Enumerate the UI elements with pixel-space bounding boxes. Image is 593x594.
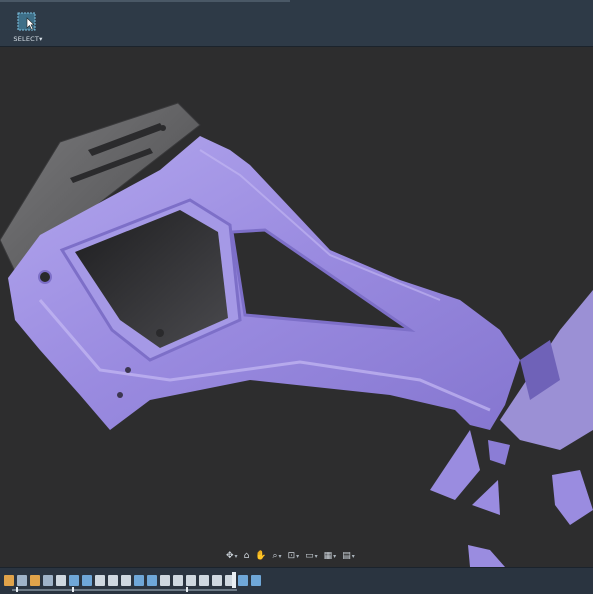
pan-button[interactable]: ✋ xyxy=(253,549,268,563)
timeline-feature-icon[interactable] xyxy=(82,574,92,586)
timeline-feature-icon[interactable] xyxy=(251,574,261,586)
bracket-hole xyxy=(38,270,52,284)
select-window-icon xyxy=(17,12,36,31)
display-settings-button[interactable]: ▭ ▾ xyxy=(303,549,320,563)
timeline-track[interactable] xyxy=(12,589,237,591)
timeline-feature-icon[interactable] xyxy=(69,574,79,586)
grid-and-snaps-button[interactable]: ▦ ▾ xyxy=(322,549,339,563)
display-settings-icon: ▭ xyxy=(305,551,314,561)
chevron-down-icon: ▾ xyxy=(314,552,318,560)
3d-viewport[interactable] xyxy=(0,47,593,567)
chevron-down-icon: ▾ xyxy=(351,552,355,560)
pan-icon: ✋ xyxy=(255,551,267,561)
timeline-feature-icon[interactable] xyxy=(43,574,53,586)
scan-fragment xyxy=(488,440,510,465)
grid-and-snaps-icon: ▦ xyxy=(323,551,333,561)
timeline-feature-icon[interactable] xyxy=(56,574,66,586)
select-tool-button[interactable]: SELECT▾ xyxy=(8,10,48,44)
scan-fragment xyxy=(468,545,505,567)
timeline-feature-icon[interactable] xyxy=(95,574,105,586)
timeline-feature-icon[interactable] xyxy=(121,574,131,586)
chevron-down-icon: ▾ xyxy=(296,552,300,560)
zoom-button[interactable]: ⌕ ▾ xyxy=(271,549,284,563)
timeline-feature-icon[interactable] xyxy=(108,574,118,586)
timeline-features xyxy=(4,573,261,587)
toolbar-tab-strip xyxy=(0,0,290,2)
timeline-feature-icon[interactable] xyxy=(147,574,157,586)
timeline-feature-icon[interactable] xyxy=(173,574,183,586)
timeline-feature-icon[interactable] xyxy=(186,574,196,586)
timeline-feature-icon[interactable] xyxy=(199,574,209,586)
timeline-feature-icon[interactable] xyxy=(17,574,27,586)
scan-fragment xyxy=(552,470,593,525)
timeline-feature-icon[interactable] xyxy=(134,574,144,586)
zoom-icon: ⌕ xyxy=(272,551,278,561)
timeline-feature-icon[interactable] xyxy=(30,574,40,586)
navigation-bar: ✥ ▾ ⌂ ✋ ⌕ ▾ ⊡ ▾ ▭ ▾ ▦ ▾ ▤ ▾ xyxy=(224,548,356,564)
timeline-feature-icon[interactable] xyxy=(160,574,170,586)
chevron-down-icon: ▾ xyxy=(278,552,282,560)
timeline-feature-icon[interactable] xyxy=(212,574,222,586)
top-toolbar: SELECT▾ xyxy=(0,0,593,47)
fit-icon: ⊡ xyxy=(287,551,296,561)
bracket-scan-model[interactable] xyxy=(0,47,593,567)
bracket-hole xyxy=(117,392,123,398)
bracket-hole xyxy=(125,367,131,373)
select-tool-label: SELECT▾ xyxy=(8,35,48,43)
viewports-icon: ▤ xyxy=(342,551,351,561)
select-dropdown-caret[interactable]: ▾ xyxy=(39,35,42,43)
select-label-text: SELECT xyxy=(13,35,40,43)
timeline-marker[interactable] xyxy=(16,587,18,592)
look-at-icon: ⌂ xyxy=(243,551,250,561)
timeline-feature-icon[interactable] xyxy=(238,574,248,586)
timeline-bar xyxy=(0,567,593,594)
orbit-button[interactable]: ✥ ▾ xyxy=(224,549,240,563)
plate-hole xyxy=(160,125,166,131)
scan-fragment xyxy=(472,480,500,515)
scan-fragment xyxy=(430,430,480,500)
look-at-button[interactable]: ⌂ xyxy=(242,549,252,563)
timeline-marker[interactable] xyxy=(186,587,188,592)
chevron-down-icon: ▾ xyxy=(333,552,337,560)
timeline-marker[interactable] xyxy=(72,587,74,592)
orbit-icon: ✥ xyxy=(226,551,234,561)
bracket-hole xyxy=(156,329,164,337)
timeline-feature-icon[interactable] xyxy=(4,574,14,586)
timeline-end-handle[interactable] xyxy=(232,572,236,588)
chevron-down-icon: ▾ xyxy=(234,552,238,560)
fit-button[interactable]: ⊡ ▾ xyxy=(286,549,302,563)
viewports-button[interactable]: ▤ ▾ xyxy=(340,549,357,563)
